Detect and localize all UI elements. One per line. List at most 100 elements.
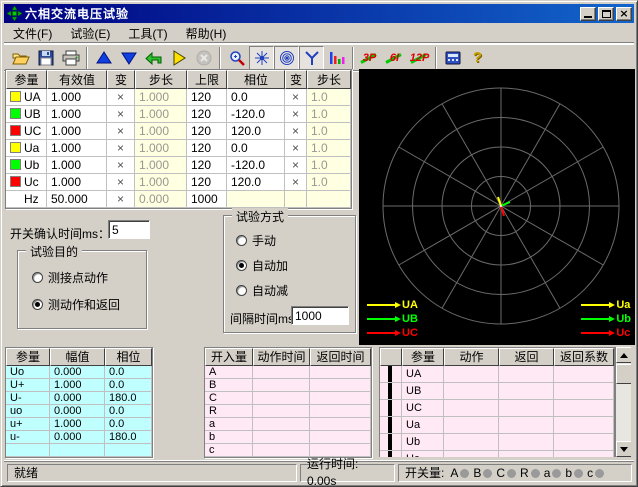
open-button[interactable] xyxy=(8,46,33,70)
phase-cell[interactable]: 0.0 xyxy=(227,89,285,106)
phasor-view-button[interactable] xyxy=(299,46,324,70)
parameter-table: 参量 有效值 变 步长 上限 相位 变 步长 UA 1.000 × 1.000 … xyxy=(5,69,352,209)
radio-auto-decrease[interactable]: 自动减 xyxy=(236,282,288,299)
limit-cell[interactable]: 120 xyxy=(187,140,227,157)
step-cell: 1.000 xyxy=(135,140,187,157)
scrollbar-thumb[interactable] xyxy=(616,364,631,384)
app-logo-icon xyxy=(7,6,22,21)
title-bar: 六相交流电压试验 × xyxy=(4,4,634,23)
phase-cell[interactable]: 120.0 xyxy=(227,123,285,140)
rms-value-cell[interactable]: 1.000 xyxy=(47,106,107,123)
return-time-cell xyxy=(310,405,371,418)
switch-status-item: R xyxy=(520,465,540,482)
six-current-button[interactable]: 6I xyxy=(382,46,407,70)
confirm-time-input[interactable] xyxy=(108,220,150,239)
calculator-button[interactable] xyxy=(440,46,465,70)
vary-toggle-cell[interactable]: × xyxy=(107,191,135,208)
select-checkbox[interactable] xyxy=(388,383,392,399)
vary-toggle-cell[interactable]: × xyxy=(285,106,307,123)
menu-item[interactable]: 文件(F) xyxy=(4,23,61,44)
scroll-down-button[interactable] xyxy=(616,441,631,457)
rms-value-cell[interactable]: 1.000 xyxy=(47,174,107,191)
vary-toggle-cell[interactable]: × xyxy=(285,157,307,174)
radio-auto-increase[interactable]: 自动加 xyxy=(236,257,288,274)
menu-item[interactable]: 帮助(H) xyxy=(177,23,236,44)
parameter-name-cell: UA xyxy=(6,89,47,106)
vary-toggle-cell[interactable]: × xyxy=(285,140,307,157)
result-scrollbar[interactable] xyxy=(615,347,631,457)
vary-toggle-cell[interactable]: × xyxy=(107,157,135,174)
status-bar: 就绪 运行时间: 0.00s 开关量: A B C xyxy=(4,461,634,483)
maximize-button[interactable] xyxy=(598,7,614,21)
switch-input-table: 开入量 动作时间 返回时间 A B C R xyxy=(204,347,372,458)
select-checkbox[interactable] xyxy=(388,451,392,457)
vary-toggle-cell[interactable]: × xyxy=(107,140,135,157)
radio-contact-action[interactable]: 测接点动作 xyxy=(32,269,108,286)
switch-status-item: C xyxy=(496,465,516,482)
ray-grid-icon xyxy=(254,50,270,66)
select-checkbox[interactable] xyxy=(388,434,392,450)
parameter-table-header: 参量 有效值 变 步长 上限 相位 变 步长 xyxy=(6,70,351,89)
parameter-row: UA 1.000 × 1.000 120 0.0 × 1.0 xyxy=(6,89,351,106)
vary-toggle-cell[interactable]: × xyxy=(107,89,135,106)
phase-cell[interactable]: -120.0 xyxy=(227,157,285,174)
switch-status-item: B xyxy=(473,465,492,482)
bar-view-button[interactable] xyxy=(324,46,349,70)
menu-item[interactable]: 试验(E) xyxy=(61,23,119,44)
zoom-button[interactable] xyxy=(224,46,249,70)
vary-toggle-cell[interactable]: × xyxy=(107,106,135,123)
select-checkbox[interactable] xyxy=(388,400,392,416)
result-row: Ua xyxy=(380,417,614,434)
phase-step-cell: 1.0 xyxy=(307,174,351,191)
limit-cell[interactable]: 120 xyxy=(187,123,227,140)
phase-cell[interactable]: -120.0 xyxy=(227,106,285,123)
three-phase-button[interactable]: 3P xyxy=(357,46,382,70)
vary-toggle-cell[interactable]: × xyxy=(285,123,307,140)
vary-toggle-cell[interactable] xyxy=(285,191,307,208)
limit-cell[interactable]: 120 xyxy=(187,174,227,191)
radio-action-return[interactable]: 测动作和返回 xyxy=(32,296,120,313)
column-header: 变 xyxy=(107,70,135,89)
raise-button[interactable] xyxy=(91,46,116,70)
radio-manual[interactable]: 手动 xyxy=(236,232,276,249)
rms-value-cell[interactable]: 1.000 xyxy=(47,157,107,174)
scroll-up-button[interactable] xyxy=(616,347,631,363)
select-checkbox-cell xyxy=(380,366,402,383)
three-phase-label: 3P xyxy=(363,52,376,64)
start-button[interactable] xyxy=(166,46,191,70)
phase-cell[interactable]: 0.0 xyxy=(227,140,285,157)
switch-status-label: 开关量: xyxy=(405,465,444,482)
vary-toggle-cell[interactable]: × xyxy=(285,89,307,106)
lower-button[interactable] xyxy=(116,46,141,70)
phase-cell[interactable] xyxy=(227,191,285,208)
save-button[interactable] xyxy=(33,46,58,70)
limit-cell[interactable]: 120 xyxy=(187,106,227,123)
select-checkbox[interactable] xyxy=(388,417,392,433)
minimize-button[interactable] xyxy=(580,7,596,21)
limit-cell[interactable]: 120 xyxy=(187,89,227,106)
interval-input[interactable] xyxy=(291,306,349,325)
twelve-phase-button[interactable]: 12P xyxy=(407,46,432,70)
help-button[interactable]: ? xyxy=(465,46,490,70)
print-button[interactable] xyxy=(58,46,83,70)
column-header: 返回时间 xyxy=(310,348,371,366)
limit-cell[interactable]: 1000 xyxy=(187,191,227,208)
menu-item[interactable]: 工具(T) xyxy=(119,23,176,44)
reset-button[interactable] xyxy=(141,46,166,70)
rms-value-cell[interactable]: 1.000 xyxy=(47,89,107,106)
test-purpose-title: 试验目的 xyxy=(26,243,82,260)
limit-cell[interactable]: 120 xyxy=(187,157,227,174)
vary-toggle-cell[interactable]: × xyxy=(107,174,135,191)
rms-value-cell[interactable]: 50.000 xyxy=(47,191,107,208)
phase-cell[interactable]: 120.0 xyxy=(227,174,285,191)
close-button[interactable]: × xyxy=(616,7,632,21)
phase-step-cell: 1.0 xyxy=(307,89,351,106)
rms-value-cell[interactable]: 1.000 xyxy=(47,123,107,140)
select-checkbox[interactable] xyxy=(388,366,392,382)
twelve-phase-label: 12P xyxy=(410,52,430,64)
rms-value-cell[interactable]: 1.000 xyxy=(47,140,107,157)
vary-toggle-cell[interactable]: × xyxy=(107,123,135,140)
grid-view-button[interactable] xyxy=(249,46,274,70)
vary-toggle-cell[interactable]: × xyxy=(285,174,307,191)
polar-view-button[interactable] xyxy=(274,46,299,70)
